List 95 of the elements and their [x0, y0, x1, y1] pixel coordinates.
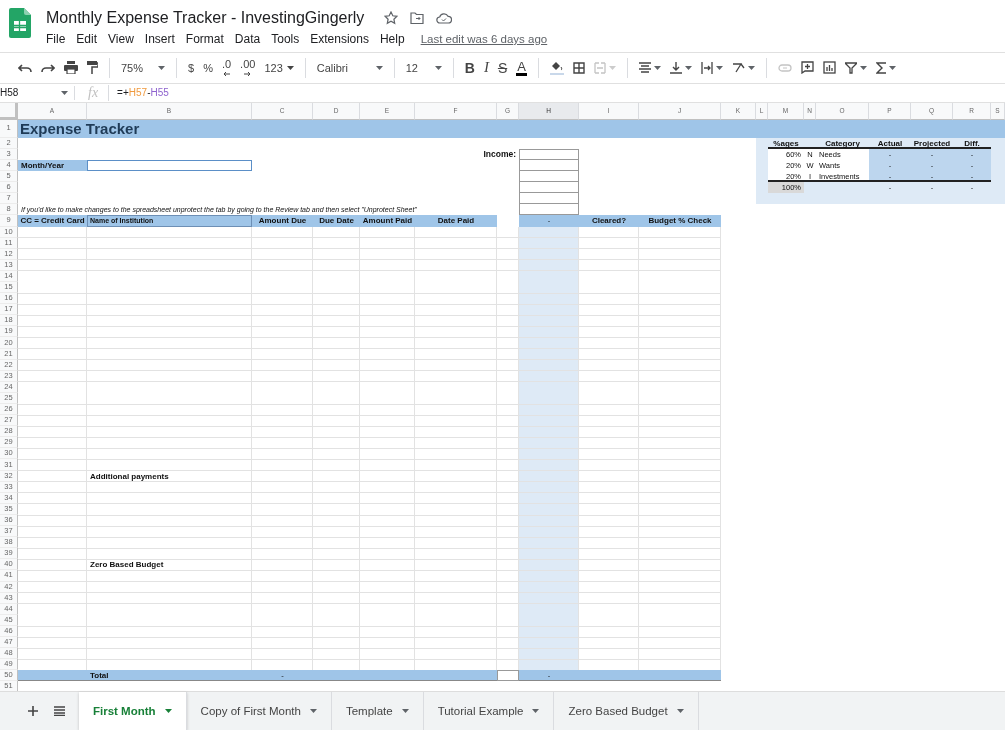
caret-icon [676, 709, 684, 714]
text-wrap-icon[interactable] [700, 61, 713, 74]
caret-icon [309, 709, 317, 714]
menu-item[interactable]: Tools [266, 31, 306, 47]
format-button[interactable]: $ [188, 61, 195, 74]
cell-label: Total [90, 671, 109, 681]
caret-icon [61, 90, 68, 95]
arrow-icon [223, 71, 230, 76]
sheet-title: Expense Tracker [20, 120, 140, 138]
column-heading: Category [825, 138, 860, 148]
sheet-tab[interactable]: First Month [79, 692, 187, 730]
column-heading: Due Date [319, 216, 354, 226]
cell-label: Month/Year [21, 161, 65, 170]
sheet-tab[interactable]: Template [331, 692, 424, 730]
menu-item[interactable]: Format [180, 31, 230, 47]
align-icon[interactable] [638, 62, 651, 74]
caret-icon [164, 709, 172, 714]
function-label: fx [75, 84, 110, 101]
sheets-logo-icon [9, 8, 31, 38]
cell-label: Additional payments [90, 471, 169, 481]
input-cell[interactable] [87, 159, 252, 172]
font-size-dropdown[interactable]: 12 [405, 61, 442, 74]
caret-icon [653, 65, 661, 70]
income-cell[interactable] [519, 171, 579, 183]
income-cell[interactable] [519, 159, 579, 172]
column-heading: Projected [913, 138, 951, 148]
caret-icon [434, 65, 442, 70]
last-edit-link[interactable]: Last edit was 6 days ago [420, 33, 548, 45]
strikethrough-button[interactable]: S [497, 59, 508, 76]
menu-item[interactable]: Insert [139, 31, 181, 47]
filter-icon[interactable] [844, 61, 857, 74]
caret-icon [888, 65, 896, 70]
star-icon [384, 11, 399, 25]
arrow-icon [244, 71, 252, 76]
format-button[interactable]: % [203, 61, 213, 74]
cloud-icon [436, 12, 453, 24]
income-cell[interactable] [519, 182, 579, 194]
bold-button[interactable]: B [464, 59, 475, 76]
italic-button[interactable]: I [483, 59, 489, 77]
caret-icon [747, 65, 755, 70]
menu-item[interactable]: Help [374, 31, 411, 47]
folder-icon [410, 12, 425, 24]
text-rotate-icon[interactable] [731, 61, 745, 74]
caret-icon [375, 65, 383, 70]
text-color-button[interactable]: A [516, 59, 527, 76]
cell-label: Income: [483, 149, 516, 160]
print-icon[interactable] [64, 61, 78, 75]
column-heading: Cleared? [591, 216, 627, 226]
column-heading: CC = Credit Card [20, 216, 85, 226]
borders-icon[interactable] [572, 61, 585, 74]
sheet-list-icon [54, 706, 65, 717]
caret-icon [532, 709, 540, 714]
undo-icon[interactable] [18, 62, 32, 73]
column-heading: Budget % Check [648, 216, 712, 226]
column-heading: %ages [773, 138, 799, 148]
fill-color-icon[interactable] [549, 60, 564, 76]
redo-icon[interactable] [41, 62, 55, 73]
menu-item[interactable]: View [103, 31, 140, 47]
sheet-tab[interactable]: Zero Based Budget [554, 692, 699, 730]
caret-icon [401, 709, 409, 714]
caret-icon [859, 65, 867, 70]
comment-icon[interactable] [800, 61, 814, 75]
highlight-cell [768, 182, 804, 194]
sum-icon[interactable] [875, 61, 886, 74]
income-cell[interactable] [519, 148, 579, 160]
vertical-align-icon[interactable] [669, 61, 682, 74]
number-format-button[interactable]: 123 [264, 61, 294, 74]
column-heading: Date Paid [437, 216, 475, 226]
caret-icon [608, 65, 616, 70]
cell-label: Zero Based Budget [90, 560, 164, 570]
caret-icon [286, 65, 294, 70]
income-cell[interactable] [519, 193, 579, 205]
caret-icon [684, 65, 692, 70]
font-dropdown[interactable]: Calibri [316, 61, 383, 74]
document-title[interactable]: Monthly Expense Tracker - InvestingGingerly [46, 9, 365, 27]
caret-icon [158, 65, 165, 70]
chart-icon[interactable] [822, 61, 836, 75]
increase-decimal-button[interactable]: .00 [240, 59, 256, 76]
column-heading: Amount Due [258, 216, 307, 226]
menu-item[interactable]: Extensions [305, 31, 375, 47]
menu-item[interactable]: File [46, 31, 72, 47]
decrease-decimal-button[interactable]: .0 [221, 59, 232, 76]
column-heading: Amount Paid [362, 216, 413, 226]
formula-field[interactable]: =+H57-H55 [109, 87, 169, 99]
column-heading: Diff. [964, 138, 980, 148]
name-box[interactable]: H58 [0, 87, 19, 99]
menu-item[interactable]: Data [229, 31, 267, 47]
zoom-dropdown[interactable]: 75% [121, 61, 165, 74]
caret-icon [715, 65, 723, 70]
sheet-tab[interactable]: Copy of First Month [186, 692, 332, 730]
sheet-tab[interactable]: Tutorial Example [423, 692, 555, 730]
menu-item[interactable]: Edit [71, 31, 104, 47]
column-heading: Actual [877, 138, 903, 148]
paint-format-icon[interactable] [87, 61, 98, 75]
add-sheet-icon [28, 706, 38, 717]
